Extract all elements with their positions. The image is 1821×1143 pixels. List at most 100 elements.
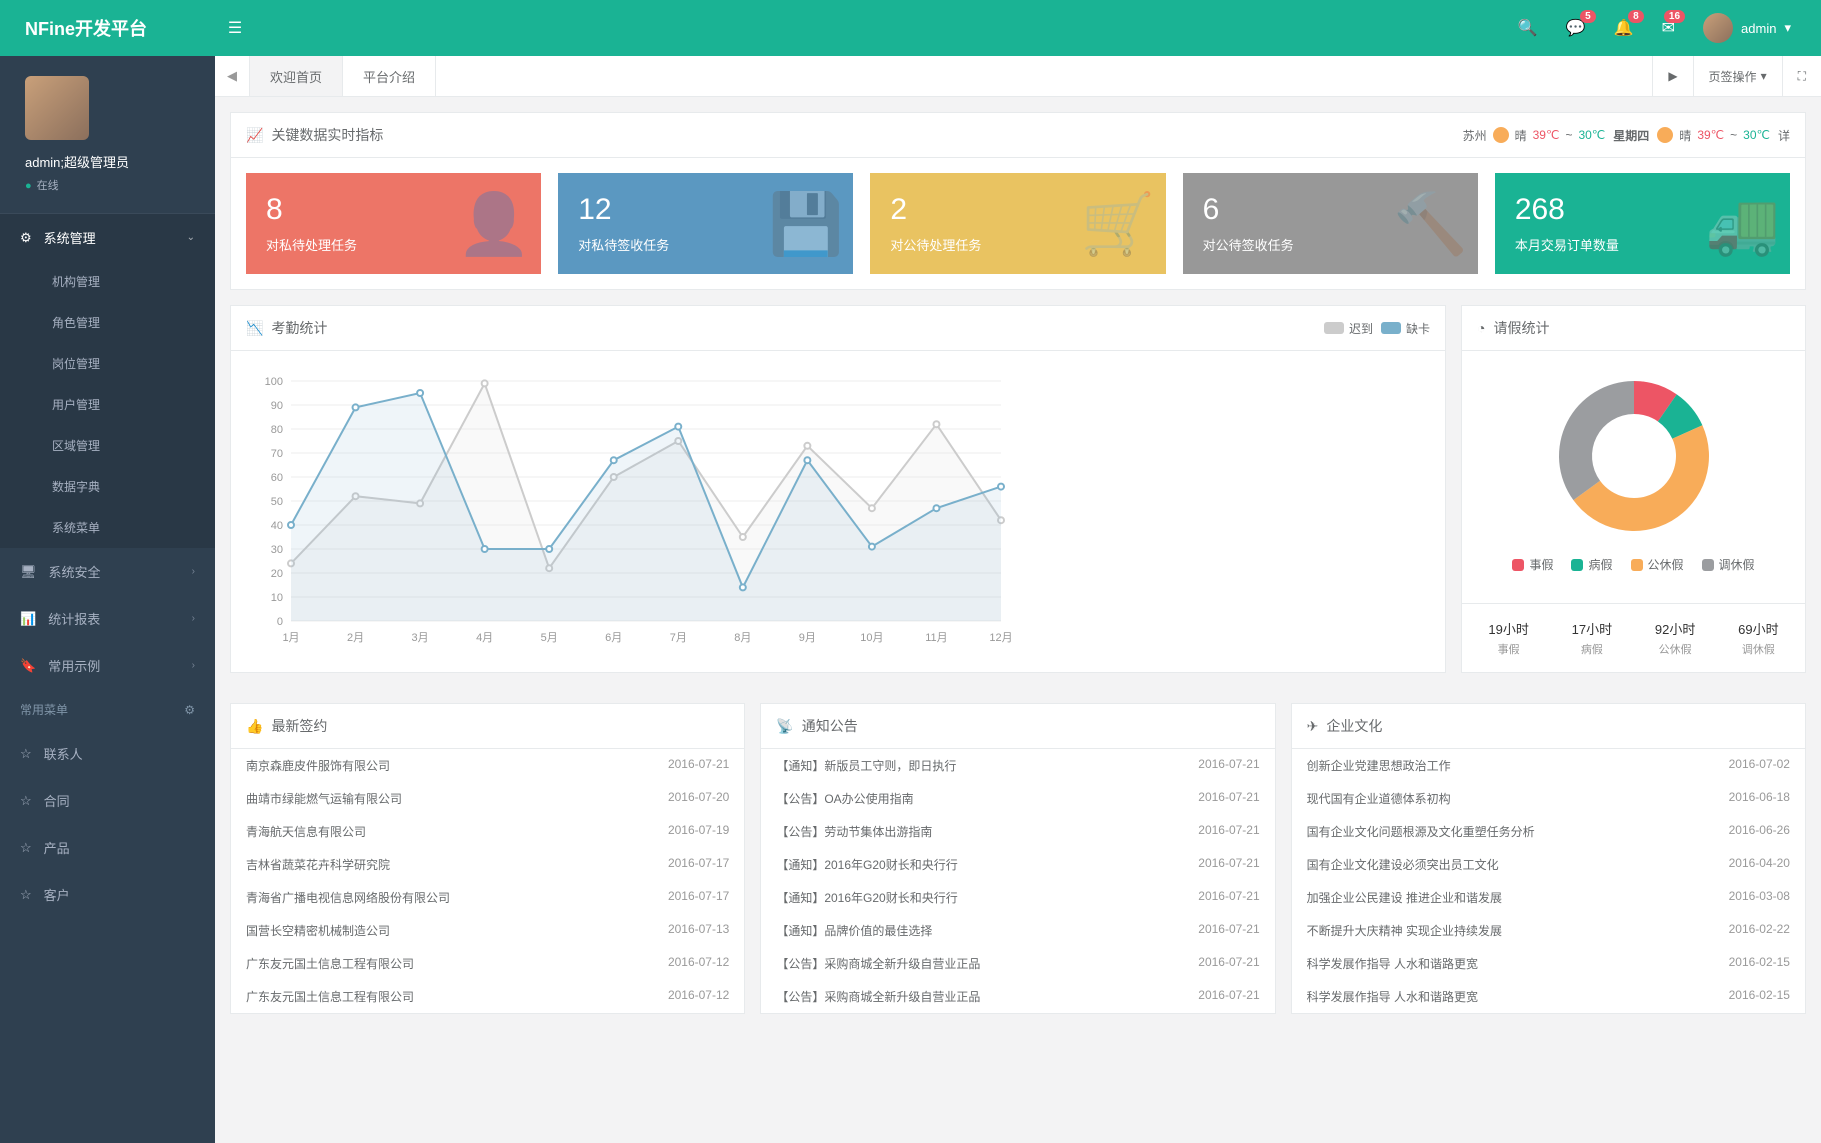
profile-name: admin;超级管理员 [25,152,190,171]
sidebar-sub-item[interactable]: 角色管理 [0,302,215,343]
username: admin [1741,21,1776,36]
svg-text:100: 100 [265,376,283,388]
stat-card[interactable]: 12对私待签收任务💾 [558,173,853,274]
nav-label: 系统安全 [49,562,101,581]
gear-icon: ⚙ [20,230,32,246]
list-item[interactable]: 科学发展作指导 人水和谐路更宽2016-02-15 [1292,980,1805,1013]
pie-legend-item: 调休假 [1702,556,1755,573]
sidebar-sub-item[interactable]: 系统菜单 [0,507,215,548]
list-item[interactable]: 创新企业党建思想政治工作2016-07-02 [1292,749,1805,782]
star-icon: ☆ [20,887,32,903]
stat-card[interactable]: 2对公待处理任务🛒 [870,173,1165,274]
chart-icon: 📈 [246,127,263,144]
list-item[interactable]: 现代国有企业道德体系初构2016-06-18 [1292,782,1805,815]
stat-card[interactable]: 8对私待处理任务👤 [246,173,541,274]
weekday: 星期四 [1613,127,1649,144]
legend-miss: 缺卡 [1381,320,1430,337]
list-item[interactable]: 曲靖市绿能燃气运输有限公司2016-07-20 [231,782,744,815]
nav-system-mgmt[interactable]: ⚙ 系统管理 ⌄ [0,214,215,261]
list-panel-culture: ✈企业文化创新企业党建思想政治工作2016-07-02现代国有企业道德体系初构2… [1291,703,1806,1014]
svg-text:7月: 7月 [670,632,687,644]
user-menu[interactable]: admin ▾ [1703,13,1791,43]
sidebar-sub-item[interactable]: 数据字典 [0,466,215,507]
sidebar-sub-item[interactable]: 用户管理 [0,384,215,425]
svg-text:6月: 6月 [605,632,622,644]
stat-icon: 💾 [769,188,844,259]
list-icon: 📡 [776,718,793,735]
list-item[interactable]: 国有企业文化建设必须突出员工文化2016-04-20 [1292,848,1805,881]
nav-report[interactable]: 📊 统计报表 › [0,595,215,642]
list-item[interactable]: 国营长空精密机械制造公司2016-07-13 [231,914,744,947]
list-item[interactable]: 加强企业公民建设 推进企业和谐发展2016-03-08 [1292,881,1805,914]
list-item[interactable]: 【通知】新版员工守则，即日执行2016-07-21 [761,749,1274,782]
list-item[interactable]: 科学发展作指导 人水和谐路更宽2016-02-15 [1292,947,1805,980]
list-item[interactable]: 广东友元国土信息工程有限公司2016-07-12 [231,947,744,980]
pie-stat: 17小时病假 [1572,619,1612,657]
svg-text:90: 90 [271,400,283,412]
mail-badge: 16 [1664,10,1685,23]
list-panel-sign: 👍最新签约南京森鹿皮件服饰有限公司2016-07-21曲靖市绿能燃气运输有限公司… [230,703,745,1014]
profile-status: 在线 [25,177,190,193]
fav-item[interactable]: ☆产品 [0,824,215,871]
svg-text:1月: 1月 [282,632,299,644]
stat-icon: 👤 [456,188,531,259]
stat-icon: 🛒 [1081,188,1156,259]
list-icon: 👍 [246,718,263,735]
list-item[interactable]: 【公告】OA办公使用指南2016-07-21 [761,782,1274,815]
weather-more[interactable]: 详 [1778,127,1790,144]
list-title: 通知公告 [802,716,858,736]
sidebar-toggle[interactable]: ☰ [215,18,255,38]
search-icon[interactable]: 🔍 [1518,18,1538,38]
tab-prev[interactable]: ◀ [215,56,250,96]
stat-card[interactable]: 268本月交易订单数量🚚 [1495,173,1790,274]
list-item[interactable]: 南京森鹿皮件服饰有限公司2016-07-21 [231,749,744,782]
list-item[interactable]: 【通知】2016年G20财长和央行行2016-07-21 [761,848,1274,881]
list-item[interactable]: 【通知】2016年G20财长和央行行2016-07-21 [761,881,1274,914]
list-item[interactable]: 青海航天信息有限公司2016-07-19 [231,815,744,848]
pie-legend-item: 病假 [1571,556,1612,573]
list-item[interactable]: 国有企业文化问题根源及文化重塑任务分析2016-06-26 [1292,815,1805,848]
chevron-down-icon: ⌄ [187,232,195,243]
fullscreen-icon[interactable]: ⛶ [1782,56,1821,96]
comment-icon[interactable]: 💬5 [1566,18,1586,38]
stat-card[interactable]: 6对公待签收任务🔨 [1183,173,1478,274]
tag-icon: 🔖 [20,658,36,674]
pie-legend-item: 事假 [1512,556,1553,573]
sidebar: admin;超级管理员 在线 ⚙ 系统管理 ⌄ 机构管理角色管理岗位管理用户管理… [0,56,215,1143]
list-item[interactable]: 广东友元国土信息工程有限公司2016-07-12 [231,980,744,1013]
tab-home[interactable]: 欢迎首页 [250,56,343,96]
list-item[interactable]: 青海省广播电视信息网络股份有限公司2016-07-17 [231,881,744,914]
pie-chart-icon: ◔ [1477,320,1485,336]
fav-item[interactable]: ☆合同 [0,777,215,824]
tab-actions-menu[interactable]: 页签操作▾ [1693,56,1782,96]
nav-security[interactable]: 🖥 系统安全 › [0,548,215,595]
chart-title: 考勤统计 [271,318,327,338]
star-icon: ☆ [20,840,32,856]
svg-text:80: 80 [271,424,283,436]
svg-text:2月: 2月 [347,632,364,644]
list-item[interactable]: 不断提升大庆精神 实现企业持续发展2016-02-22 [1292,914,1805,947]
mail-icon[interactable]: ✉16 [1662,18,1675,38]
sidebar-sub-item[interactable]: 机构管理 [0,261,215,302]
list-item[interactable]: 【通知】品牌价值的最佳选择2016-07-21 [761,914,1274,947]
svg-text:5月: 5月 [541,632,558,644]
list-item[interactable]: 【公告】采购商城全新升级自营业正品2016-07-21 [761,980,1274,1013]
svg-text:40: 40 [271,520,283,532]
pie-stat: 92小时公休假 [1655,619,1695,657]
sidebar-sub-item[interactable]: 岗位管理 [0,343,215,384]
fav-item[interactable]: ☆客户 [0,871,215,918]
list-item[interactable]: 吉林省蔬菜花卉科学研究院2016-07-17 [231,848,744,881]
tab-intro[interactable]: 平台介绍 [343,56,436,96]
svg-text:60: 60 [271,472,283,484]
fav-item[interactable]: ☆联系人 [0,730,215,777]
nav-example[interactable]: 🔖 常用示例 › [0,642,215,689]
list-item[interactable]: 【公告】劳动节集体出游指南2016-07-21 [761,815,1274,848]
tab-next[interactable]: ▶ [1652,56,1692,96]
gear-icon[interactable]: ⚙ [184,703,195,717]
monitor-icon: 🖥 [20,564,37,580]
list-item[interactable]: 【公告】采购商城全新升级自营业正品2016-07-21 [761,947,1274,980]
legend-late: 迟到 [1324,320,1373,337]
pie-stat: 69小时调休假 [1738,619,1778,657]
bell-icon[interactable]: 🔔8 [1614,18,1634,38]
sidebar-sub-item[interactable]: 区域管理 [0,425,215,466]
